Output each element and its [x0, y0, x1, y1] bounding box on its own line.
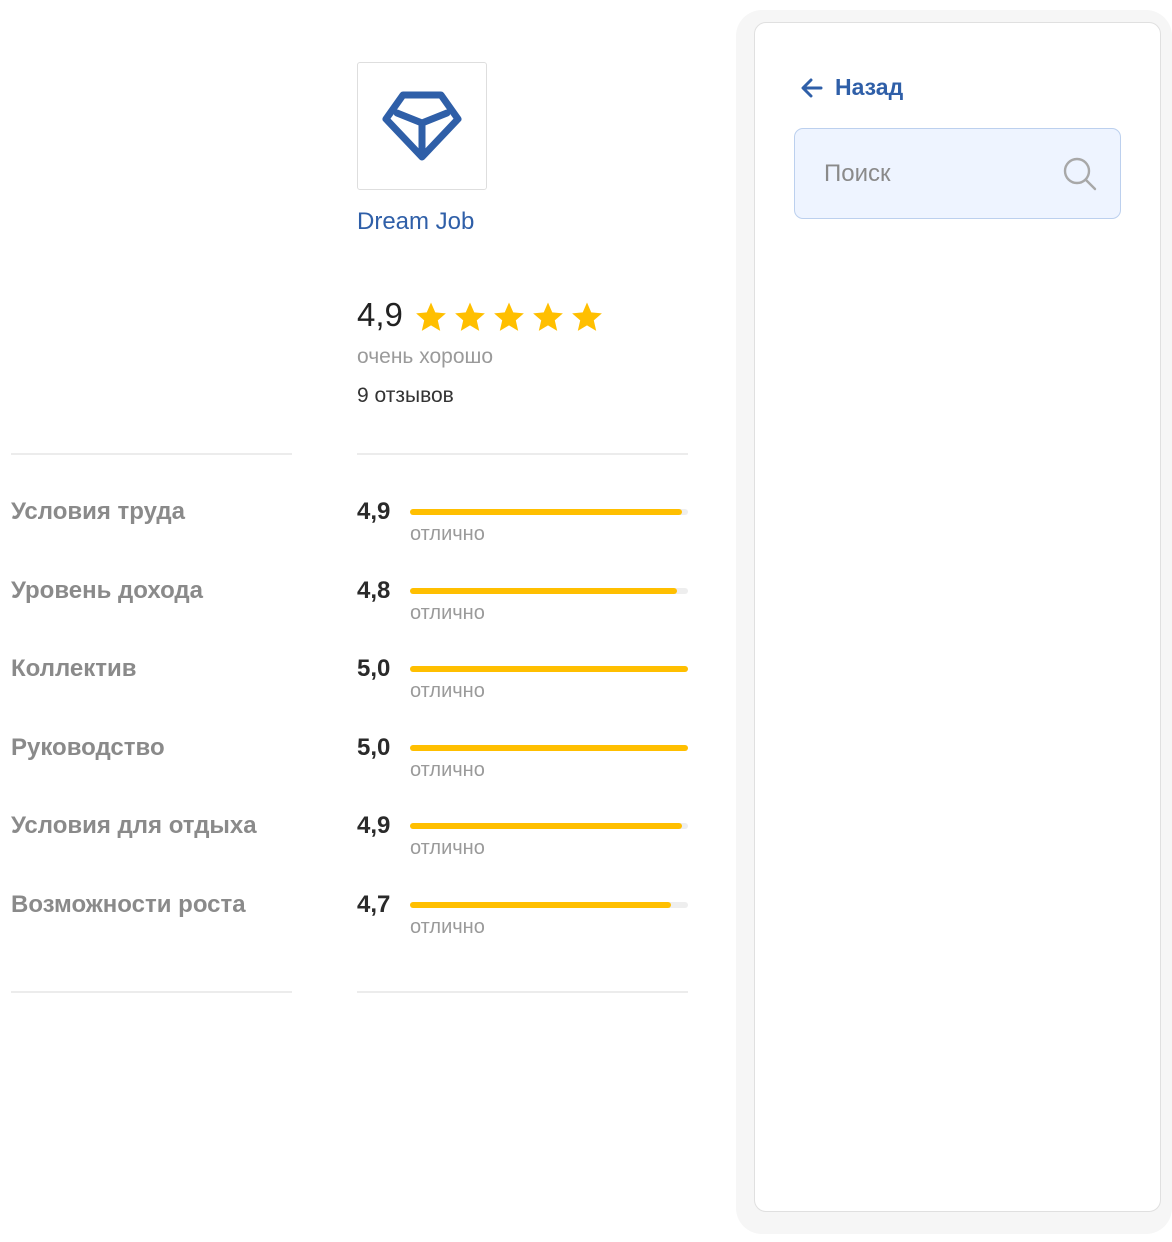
logo-box	[357, 62, 487, 190]
search-input[interactable]	[822, 158, 1056, 189]
rating-bar-fill	[410, 745, 688, 751]
divider-right-top	[357, 453, 688, 455]
rating-label: Коллектив	[11, 655, 137, 682]
rating-bar-fill	[410, 902, 672, 908]
rating-label: Возможности роста	[11, 891, 246, 918]
rating-score: 5,0	[357, 655, 391, 682]
rating-bar-fill	[410, 666, 688, 672]
divider-left-top	[11, 453, 292, 455]
rating-word: отлично	[410, 916, 485, 938]
rating-label: Уровень дохода	[11, 577, 204, 604]
rating-word: отлично	[410, 523, 485, 545]
star-icon	[533, 302, 563, 331]
rating-bar-fill	[410, 823, 683, 829]
divider-left-bottom	[11, 991, 292, 993]
rating-word: отлично	[410, 680, 485, 702]
dreamjob-logo-icon	[382, 91, 462, 161]
rating-bar	[410, 902, 688, 908]
back-button[interactable]: Назад	[801, 74, 903, 101]
star-icon	[494, 302, 524, 331]
star-icon	[455, 302, 485, 331]
star-icon	[572, 302, 602, 331]
overall-stars	[414, 300, 604, 334]
rating-bar	[410, 823, 688, 829]
rating-bar-fill	[410, 509, 683, 515]
rating-score: 4,9	[357, 812, 391, 839]
rating-label: Руководство	[11, 734, 165, 761]
rating-word: отлично	[410, 602, 485, 624]
rating-bar	[410, 666, 688, 672]
rating-label: Условия для отдыха	[11, 812, 257, 839]
rating-bar	[410, 588, 688, 594]
rating-bar	[410, 745, 688, 751]
rating-score: 5,0	[357, 734, 391, 761]
star-icon	[416, 302, 446, 331]
rating-label: Условия труда	[11, 498, 185, 525]
company-logo	[357, 62, 487, 190]
rating-word: отлично	[410, 837, 485, 859]
rating-score: 4,9	[357, 498, 391, 525]
overall-score-value: 4,9	[357, 296, 403, 333]
divider-right-bottom	[357, 991, 688, 993]
overall-score: 4,9	[357, 296, 403, 334]
rating-score: 4,7	[357, 891, 391, 918]
search-icon[interactable]	[1062, 156, 1098, 192]
rating-bar-fill	[410, 588, 677, 594]
rating-word: отлично	[410, 759, 485, 781]
back-label: Назад	[835, 74, 904, 100]
rating-score: 4,8	[357, 577, 391, 604]
reviews-count[interactable]: 9 отзывов	[357, 384, 454, 408]
overall-label: очень хорошо	[357, 345, 494, 368]
company-name[interactable]: Dream Job	[357, 208, 474, 236]
arrow-left-icon	[801, 78, 823, 97]
rating-bar	[410, 509, 688, 515]
search-box[interactable]	[794, 128, 1121, 219]
